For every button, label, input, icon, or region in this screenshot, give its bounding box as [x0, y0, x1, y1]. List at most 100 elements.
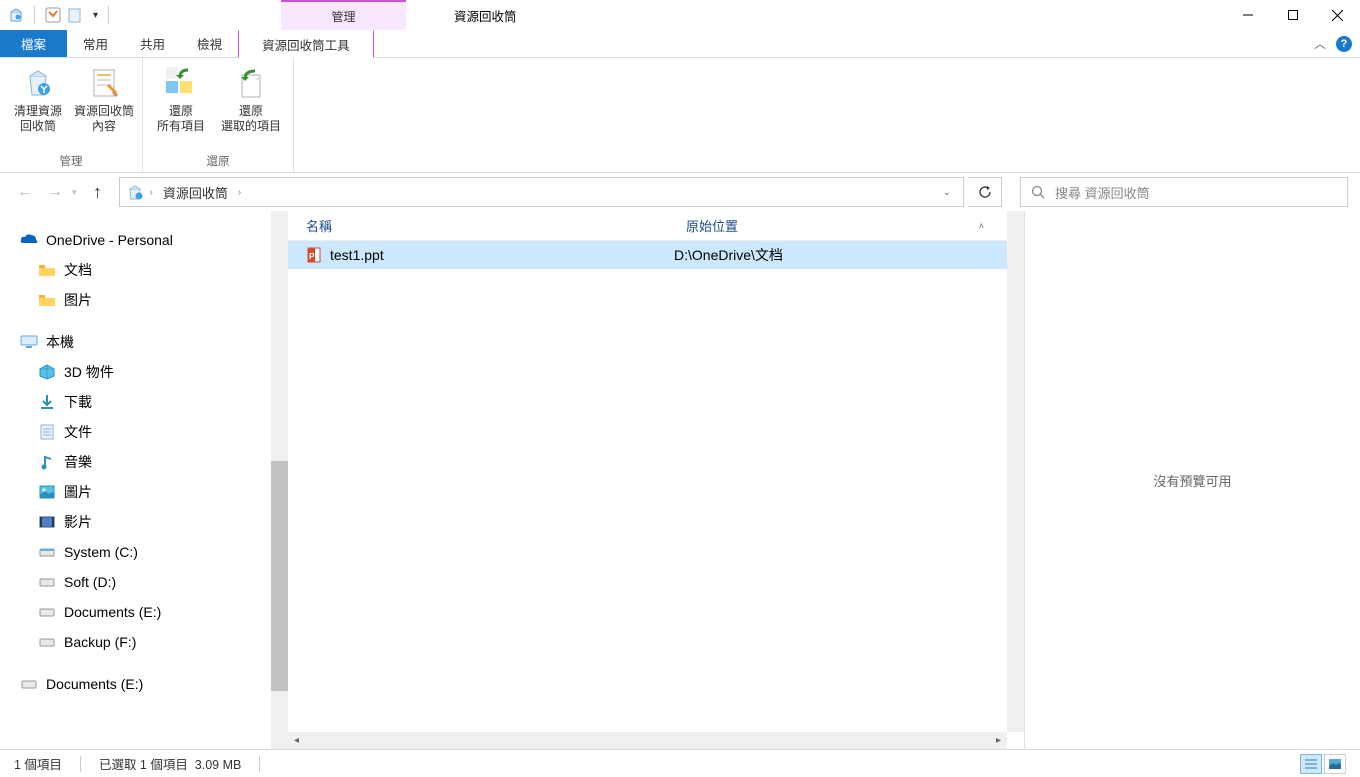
tree-label: 3D 物件	[64, 362, 114, 382]
search-placeholder: 搜尋 資源回收筒	[1055, 183, 1150, 202]
tree-label: System (C:)	[64, 544, 138, 560]
tree-3d-objects[interactable]: 3D 物件	[12, 357, 288, 387]
restore-all-button[interactable]: 還原所有項目	[148, 62, 214, 134]
quick-access-toolbar: ▾	[0, 6, 113, 24]
properties-qat-icon[interactable]	[45, 7, 61, 23]
tab-share[interactable]: 共用	[124, 30, 181, 57]
properties-icon	[87, 66, 121, 100]
up-button[interactable]: ↑	[85, 179, 111, 205]
window-title: 資源回收筒	[454, 6, 517, 25]
breadcrumb-item[interactable]: 資源回收筒	[159, 181, 232, 204]
thumbnails-view-button[interactable]	[1324, 754, 1346, 774]
documents-icon	[38, 423, 56, 441]
tree-drive-e-root[interactable]: Documents (E:)	[12, 669, 288, 699]
address-dropdown[interactable]: ⌄	[937, 187, 957, 198]
tree-pictures[interactable]: 圖片	[12, 477, 288, 507]
recycle-bin-sys-icon	[8, 7, 24, 23]
file-row[interactable]: P test1.ppt D:\OneDrive\文档	[288, 241, 1024, 269]
folder-icon	[38, 291, 56, 309]
history-dropdown[interactable]: ▾	[72, 187, 77, 198]
onedrive-icon	[20, 231, 38, 249]
tree-onedrive[interactable]: OneDrive - Personal	[12, 225, 288, 255]
tree-videos[interactable]: 影片	[12, 507, 288, 537]
tab-view[interactable]: 檢視	[181, 30, 238, 57]
tree-drive-d[interactable]: Soft (D:)	[12, 567, 288, 597]
file-original-location: D:\OneDrive\文档	[668, 245, 1024, 265]
drive-icon	[38, 603, 56, 621]
tree-music[interactable]: 音樂	[12, 447, 288, 477]
tree-downloads[interactable]: 下載	[12, 387, 288, 417]
folder-icon	[38, 261, 56, 279]
drive-icon	[38, 633, 56, 651]
details-view-button[interactable]	[1300, 754, 1322, 774]
tree-label: Documents (E:)	[64, 604, 161, 620]
breadcrumb-chevron-icon[interactable]: ›	[150, 187, 153, 198]
3d-objects-icon	[38, 363, 56, 381]
help-icon[interactable]: ?	[1336, 36, 1352, 52]
status-separator	[80, 756, 81, 772]
qat-separator	[34, 6, 35, 24]
close-button[interactable]	[1315, 0, 1360, 30]
scroll-right-icon[interactable]: ▸	[990, 732, 1007, 749]
ribbon-group-label: 還原	[148, 150, 288, 172]
search-box[interactable]: 搜尋 資源回收筒	[1020, 177, 1348, 207]
new-folder-qat-icon[interactable]	[67, 7, 83, 23]
tree-scrollbar[interactable]	[271, 211, 288, 749]
title-bar: ▾ 管理 資源回收筒	[0, 0, 1360, 30]
minimize-button[interactable]	[1225, 0, 1270, 30]
collapse-ribbon-icon[interactable]: ︿	[1314, 35, 1326, 52]
tree-drive-f[interactable]: Backup (F:)	[12, 627, 288, 657]
search-icon	[1031, 185, 1045, 199]
column-header-original-location[interactable]: 原始位置 ˄	[668, 216, 1024, 235]
restore-selected-icon	[234, 66, 268, 100]
tree-this-pc[interactable]: 本機	[12, 327, 288, 357]
this-pc-icon	[20, 333, 38, 351]
file-list-pane: 名稱 原始位置 ˄ P test1.ppt D:\OneDrive\文档	[288, 211, 1025, 749]
recycle-bin-addr-icon	[126, 183, 144, 201]
tree-documents[interactable]: 文件	[12, 417, 288, 447]
tab-recycle-bin-tools[interactable]: 資源回收筒工具	[238, 30, 374, 58]
restore-selected-button[interactable]: 還原選取的項目	[214, 62, 288, 134]
refresh-button[interactable]	[968, 177, 1002, 207]
tree-label: 图片	[64, 290, 92, 310]
address-bar[interactable]: › 資源回收筒 › ⌄	[119, 177, 964, 207]
svg-text:P: P	[309, 252, 315, 261]
empty-bin-icon	[21, 66, 55, 100]
forward-button[interactable]: →	[42, 179, 68, 205]
tree-label: Backup (F:)	[64, 634, 136, 650]
restore-all-icon	[164, 66, 198, 100]
recycle-bin-properties-button[interactable]: 資源回收筒內容	[71, 62, 137, 134]
tree-label: Documents (E:)	[46, 676, 143, 692]
tree-drive-e[interactable]: Documents (E:)	[12, 597, 288, 627]
window-controls	[1225, 0, 1360, 30]
status-selected-count: 已選取 1 個項目 3.09 MB	[99, 754, 241, 773]
column-header-name[interactable]: 名稱	[288, 216, 668, 235]
file-list[interactable]: P test1.ppt D:\OneDrive\文档	[288, 241, 1024, 749]
tree-drive-c[interactable]: System (C:)	[12, 537, 288, 567]
tree-label: 文件	[64, 422, 92, 442]
context-tab-header: 管理	[281, 0, 406, 30]
status-bar: 1 個項目 已選取 1 個項目 3.09 MB	[0, 749, 1360, 777]
breadcrumb-chevron-icon[interactable]: ›	[238, 187, 241, 198]
drive-icon	[38, 543, 56, 561]
content-horizontal-scrollbar[interactable]: ◂ ▸	[288, 732, 1007, 749]
downloads-icon	[38, 393, 56, 411]
file-name: test1.ppt	[330, 247, 384, 263]
maximize-button[interactable]	[1270, 0, 1315, 30]
music-icon	[38, 453, 56, 471]
qat-customize-chevron[interactable]: ▾	[93, 10, 98, 21]
ribbon-group-restore: 還原所有項目 還原選取的項目 還原	[143, 58, 294, 172]
no-preview-label: 沒有預覽可用	[1153, 471, 1231, 490]
tree-onedrive-pics[interactable]: 图片	[12, 285, 288, 315]
ribbon-tab-strip: 檔案 常用 共用 檢視 資源回收筒工具 ︿ ?	[0, 30, 1360, 58]
body: OneDrive - Personal 文档 图片 本機 3D 物件 下載	[0, 211, 1360, 749]
scroll-left-icon[interactable]: ◂	[288, 732, 305, 749]
back-button[interactable]: ←	[12, 179, 38, 205]
tab-home[interactable]: 常用	[67, 30, 124, 57]
ribbon-group-manage: 清理資源回收筒 資源回收筒內容 管理	[0, 58, 143, 172]
tree-onedrive-docs[interactable]: 文档	[12, 255, 288, 285]
ribbon: 清理資源回收筒 資源回收筒內容 管理 還原所有項目	[0, 58, 1360, 173]
content-vertical-scrollbar[interactable]	[1007, 211, 1024, 732]
tab-file[interactable]: 檔案	[0, 30, 67, 57]
empty-recycle-bin-button[interactable]: 清理資源回收筒	[5, 62, 71, 134]
